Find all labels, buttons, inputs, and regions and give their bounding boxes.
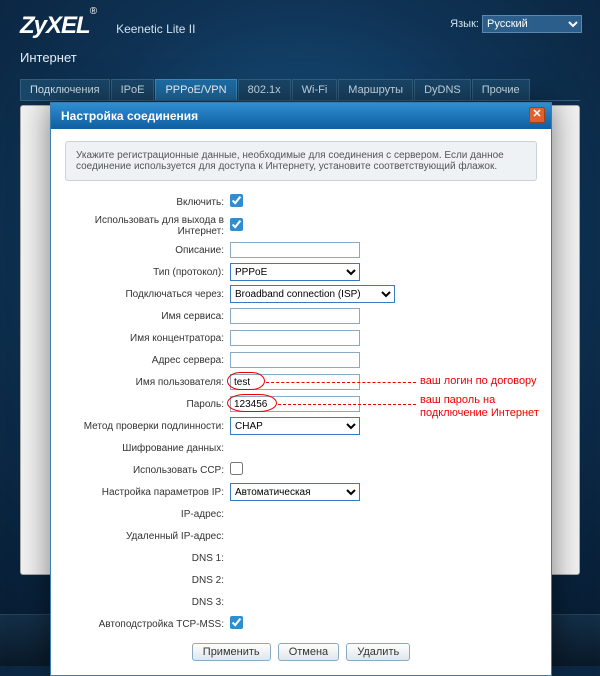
checkbox-use-internet[interactable] bbox=[230, 218, 243, 231]
annotation-line-password bbox=[278, 404, 416, 405]
label-ip: IP-адрес: bbox=[65, 509, 230, 520]
tab-connections[interactable]: Подключения bbox=[20, 79, 110, 100]
checkbox-tcpmss[interactable] bbox=[230, 616, 243, 629]
annotation-text-login: ваш логин по договору bbox=[420, 375, 537, 388]
modal-title: Настройка соединения bbox=[61, 109, 198, 123]
label-enable: Включить: bbox=[65, 197, 230, 208]
label-encrypt: Шифрование данных: bbox=[65, 443, 230, 454]
label-description: Описание: bbox=[65, 245, 230, 256]
connection-settings-modal: Настройка соединения ✕ Укажите регистрац… bbox=[50, 102, 552, 676]
label-via: Подключаться через: bbox=[65, 289, 230, 300]
checkbox-enable[interactable] bbox=[230, 194, 243, 207]
label-remote-ip: Удаленный IP-адрес: bbox=[65, 531, 230, 542]
tab-wifi[interactable]: Wi-Fi bbox=[292, 79, 338, 100]
tab-pppoe-vpn[interactable]: PPPoE/VPN bbox=[155, 79, 236, 100]
label-dns2: DNS 2: bbox=[65, 575, 230, 586]
annotation-line-login bbox=[266, 382, 416, 383]
label-dns3: DNS 3: bbox=[65, 597, 230, 608]
tab-other[interactable]: Прочие bbox=[472, 79, 530, 100]
delete-button[interactable]: Удалить bbox=[346, 643, 410, 661]
tab-dydns[interactable]: DyDNS bbox=[414, 79, 471, 100]
label-ipcfg: Настройка параметров IP: bbox=[65, 487, 230, 498]
model-name: Keenetic Lite II bbox=[116, 22, 195, 36]
select-auth[interactable]: CHAP bbox=[230, 417, 360, 435]
close-icon[interactable]: ✕ bbox=[529, 107, 545, 123]
select-protocol[interactable]: PPPoE bbox=[230, 263, 360, 281]
label-server: Адрес сервера: bbox=[65, 355, 230, 366]
input-description[interactable] bbox=[230, 242, 360, 258]
tab-ipoe[interactable]: IPoE bbox=[111, 79, 155, 100]
tab-routes[interactable]: Маршруты bbox=[338, 79, 413, 100]
modal-title-bar: Настройка соединения ✕ bbox=[51, 103, 551, 129]
checkbox-ccp[interactable] bbox=[230, 462, 243, 475]
input-service[interactable] bbox=[230, 308, 360, 324]
language-select[interactable]: Русский bbox=[482, 15, 582, 33]
label-dns1: DNS 1: bbox=[65, 553, 230, 564]
tab-bar: Подключения IPoE PPPoE/VPN 802.1x Wi-Fi … bbox=[20, 79, 580, 101]
info-box: Укажите регистрационные данные, необходи… bbox=[65, 141, 537, 181]
label-concentrator: Имя концентратора: bbox=[65, 333, 230, 344]
label-tcpmss: Автоподстройка TCP-MSS: bbox=[65, 619, 230, 630]
label-service: Имя сервиса: bbox=[65, 311, 230, 322]
select-ipcfg[interactable]: Автоматическая bbox=[230, 483, 360, 501]
label-auth: Метод проверки подлинности: bbox=[65, 421, 230, 432]
input-concentrator[interactable] bbox=[230, 330, 360, 346]
cancel-button[interactable]: Отмена bbox=[278, 643, 339, 661]
label-password: Пароль: bbox=[65, 399, 230, 410]
label-use-internet: Использовать для выхода в Интернет: bbox=[65, 215, 230, 237]
input-server[interactable] bbox=[230, 352, 360, 368]
tab-8021x[interactable]: 802.1x bbox=[238, 79, 291, 100]
apply-button[interactable]: Применить bbox=[192, 643, 271, 661]
page-title: Интернет bbox=[20, 50, 580, 65]
select-connect-via[interactable]: Broadband connection (ISP) bbox=[230, 285, 395, 303]
brand-logo: ZyXEL® bbox=[20, 12, 96, 40]
language-selector: Язык: Русский bbox=[450, 15, 582, 33]
label-username: Имя пользователя: bbox=[65, 377, 230, 388]
label-ccp: Использовать CCP: bbox=[65, 465, 230, 476]
label-protocol: Тип (протокол): bbox=[65, 267, 230, 278]
